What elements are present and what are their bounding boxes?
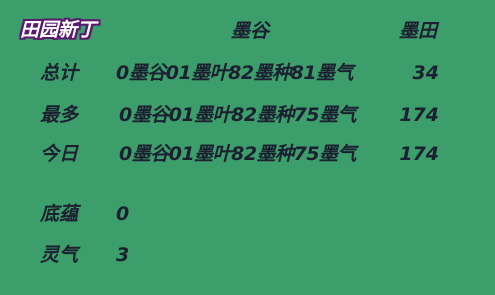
row-max-label: 最多 bbox=[40, 104, 79, 126]
stat-heritage-value: 0 bbox=[116, 203, 129, 225]
row-max-value: 0墨谷01墨叶82墨种75墨气 bbox=[119, 104, 357, 126]
stat-spirit-value: 3 bbox=[116, 244, 129, 266]
row-total-label: 总计 bbox=[40, 62, 79, 84]
stats-panel: 田园新丁 墨谷 墨田 总计 0墨谷01墨叶82墨种81墨气 34 最多 0墨谷0… bbox=[0, 0, 495, 295]
header-col-2: 墨田 bbox=[399, 20, 438, 42]
row-max-num: 174 bbox=[399, 104, 439, 126]
row-today-num: 174 bbox=[399, 143, 439, 165]
row-total-num: 34 bbox=[412, 62, 439, 84]
row-today-label: 今日 bbox=[40, 143, 79, 165]
stat-spirit-label: 灵气 bbox=[40, 244, 79, 266]
header-col-1: 墨谷 bbox=[231, 20, 270, 42]
stat-heritage-label: 底蕴 bbox=[40, 203, 79, 225]
panel-title: 田园新丁 bbox=[20, 19, 97, 41]
row-total-value: 0墨谷01墨叶82墨种81墨气 bbox=[116, 62, 354, 84]
row-today-value: 0墨谷01墨叶82墨种75墨气 bbox=[119, 143, 357, 165]
